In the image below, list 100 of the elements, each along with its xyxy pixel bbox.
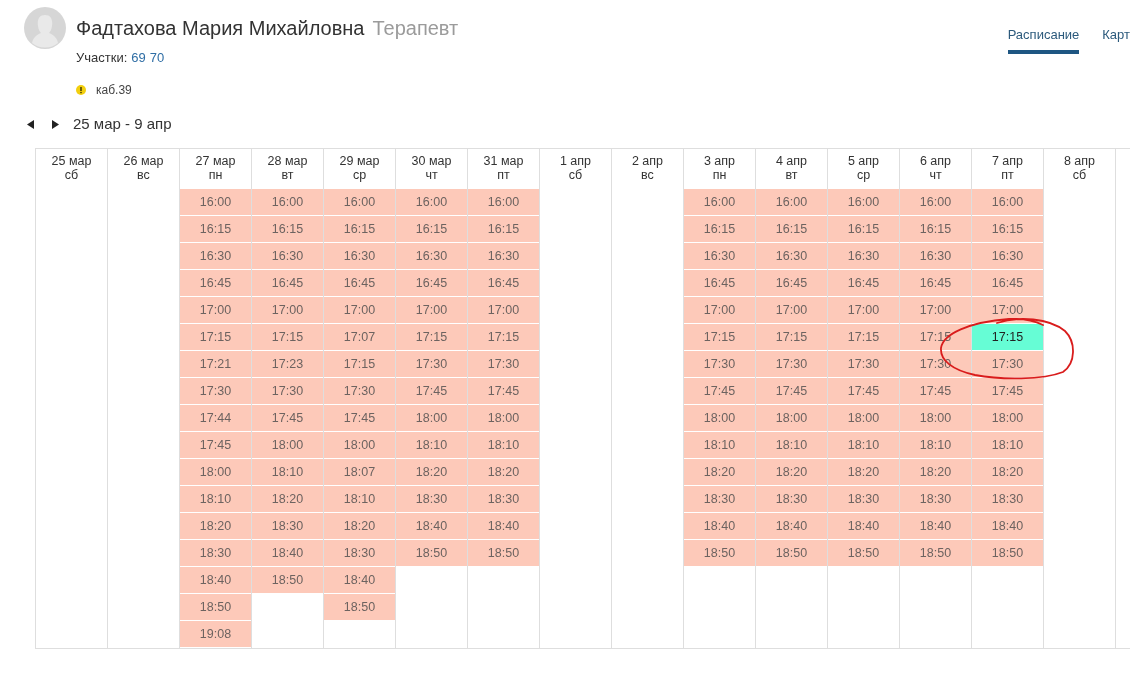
- time-slot[interactable]: 18:00: [468, 405, 539, 432]
- time-slot[interactable]: 18:30: [180, 540, 251, 567]
- time-slot[interactable]: 18:50: [324, 594, 395, 621]
- time-slot[interactable]: 16:15: [468, 216, 539, 243]
- time-slot[interactable]: 16:45: [972, 270, 1043, 297]
- time-slot[interactable]: 17:15: [324, 351, 395, 378]
- time-slot[interactable]: 16:45: [324, 270, 395, 297]
- time-slot[interactable]: 18:10: [972, 432, 1043, 459]
- time-slot[interactable]: 18:10: [252, 459, 323, 486]
- time-slot[interactable]: 16:45: [180, 270, 251, 297]
- time-slot[interactable]: 16:45: [756, 270, 827, 297]
- time-slot[interactable]: 16:30: [756, 243, 827, 270]
- time-slot[interactable]: 16:30: [972, 243, 1043, 270]
- time-slot[interactable]: 18:10: [828, 432, 899, 459]
- time-slot[interactable]: 16:15: [684, 216, 755, 243]
- time-slot[interactable]: 16:15: [756, 216, 827, 243]
- time-slot[interactable]: 16:00: [252, 189, 323, 216]
- time-slot[interactable]: 16:45: [684, 270, 755, 297]
- time-slot[interactable]: 16:00: [828, 189, 899, 216]
- time-slot[interactable]: 16:00: [684, 189, 755, 216]
- time-slot[interactable]: 18:10: [684, 432, 755, 459]
- time-slot[interactable]: 18:40: [756, 513, 827, 540]
- time-slot[interactable]: 18:30: [396, 486, 467, 513]
- time-slot[interactable]: 17:00: [684, 297, 755, 324]
- time-slot[interactable]: 18:00: [900, 405, 971, 432]
- time-slot[interactable]: 17:30: [900, 351, 971, 378]
- time-slot[interactable]: 18:00: [252, 432, 323, 459]
- time-slot[interactable]: 17:00: [252, 297, 323, 324]
- time-slot[interactable]: 19:08: [180, 621, 251, 648]
- time-slot[interactable]: 18:20: [396, 459, 467, 486]
- time-slot[interactable]: 17:15: [972, 324, 1043, 351]
- time-slot[interactable]: 17:15: [396, 324, 467, 351]
- time-slot[interactable]: 18:30: [468, 486, 539, 513]
- time-slot[interactable]: 17:30: [972, 351, 1043, 378]
- time-slot[interactable]: 18:40: [972, 513, 1043, 540]
- time-slot[interactable]: 18:20: [324, 513, 395, 540]
- time-slot[interactable]: 17:15: [252, 324, 323, 351]
- time-slot[interactable]: 18:50: [972, 540, 1043, 567]
- time-slot[interactable]: 16:00: [180, 189, 251, 216]
- time-slot[interactable]: 17:45: [324, 405, 395, 432]
- time-slot[interactable]: 16:15: [972, 216, 1043, 243]
- time-slot[interactable]: 18:00: [828, 405, 899, 432]
- time-slot[interactable]: 18:40: [252, 540, 323, 567]
- time-slot[interactable]: 17:30: [468, 351, 539, 378]
- time-slot[interactable]: 18:40: [180, 567, 251, 594]
- time-slot[interactable]: 16:30: [468, 243, 539, 270]
- time-slot[interactable]: 16:00: [396, 189, 467, 216]
- time-slot[interactable]: 16:00: [756, 189, 827, 216]
- time-slot[interactable]: 18:40: [684, 513, 755, 540]
- time-slot[interactable]: 17:45: [396, 378, 467, 405]
- time-slot[interactable]: 16:45: [252, 270, 323, 297]
- time-slot[interactable]: 16:00: [468, 189, 539, 216]
- time-slot[interactable]: 18:20: [468, 459, 539, 486]
- time-slot[interactable]: 18:20: [756, 459, 827, 486]
- time-slot[interactable]: 16:30: [684, 243, 755, 270]
- next-button[interactable]: [49, 117, 62, 131]
- time-slot[interactable]: 17:30: [396, 351, 467, 378]
- time-slot[interactable]: 18:40: [900, 513, 971, 540]
- time-slot[interactable]: 16:00: [900, 189, 971, 216]
- time-slot[interactable]: 17:07: [324, 324, 395, 351]
- time-slot[interactable]: 16:30: [324, 243, 395, 270]
- time-slot[interactable]: 18:10: [468, 432, 539, 459]
- time-slot[interactable]: 16:30: [396, 243, 467, 270]
- plot-link[interactable]: 69: [131, 49, 146, 67]
- previous-button[interactable]: [24, 117, 37, 131]
- time-slot[interactable]: 18:30: [756, 486, 827, 513]
- time-slot[interactable]: 18:30: [972, 486, 1043, 513]
- time-slot[interactable]: 18:30: [828, 486, 899, 513]
- time-slot[interactable]: 16:15: [324, 216, 395, 243]
- time-slot[interactable]: 16:15: [900, 216, 971, 243]
- plot-link[interactable]: 70: [149, 49, 165, 67]
- time-slot[interactable]: 17:00: [756, 297, 827, 324]
- time-slot[interactable]: 18:00: [684, 405, 755, 432]
- time-slot[interactable]: 16:15: [396, 216, 467, 243]
- time-slot[interactable]: 18:20: [900, 459, 971, 486]
- time-slot[interactable]: 18:50: [828, 540, 899, 567]
- time-slot[interactable]: 18:50: [684, 540, 755, 567]
- time-slot[interactable]: 17:45: [828, 378, 899, 405]
- time-slot[interactable]: 17:45: [180, 432, 251, 459]
- time-slot[interactable]: 18:50: [900, 540, 971, 567]
- time-slot[interactable]: 18:30: [900, 486, 971, 513]
- time-slot[interactable]: 17:45: [468, 378, 539, 405]
- time-slot[interactable]: 17:00: [468, 297, 539, 324]
- time-slot[interactable]: 18:10: [324, 486, 395, 513]
- time-slot[interactable]: 17:00: [324, 297, 395, 324]
- tab[interactable]: Расписание: [1007, 26, 1080, 54]
- time-slot[interactable]: 17:45: [684, 378, 755, 405]
- time-slot[interactable]: 17:00: [180, 297, 251, 324]
- time-slot[interactable]: 17:45: [252, 405, 323, 432]
- time-slot[interactable]: 16:45: [900, 270, 971, 297]
- time-slot[interactable]: 17:00: [972, 297, 1043, 324]
- time-slot[interactable]: 18:40: [828, 513, 899, 540]
- time-slot[interactable]: 18:10: [396, 432, 467, 459]
- time-slot[interactable]: 16:30: [900, 243, 971, 270]
- time-slot[interactable]: 17:44: [180, 405, 251, 432]
- time-slot[interactable]: 17:15: [828, 324, 899, 351]
- time-slot[interactable]: 17:30: [324, 378, 395, 405]
- time-slot[interactable]: 18:20: [828, 459, 899, 486]
- time-slot[interactable]: 17:15: [756, 324, 827, 351]
- time-slot[interactable]: 17:30: [684, 351, 755, 378]
